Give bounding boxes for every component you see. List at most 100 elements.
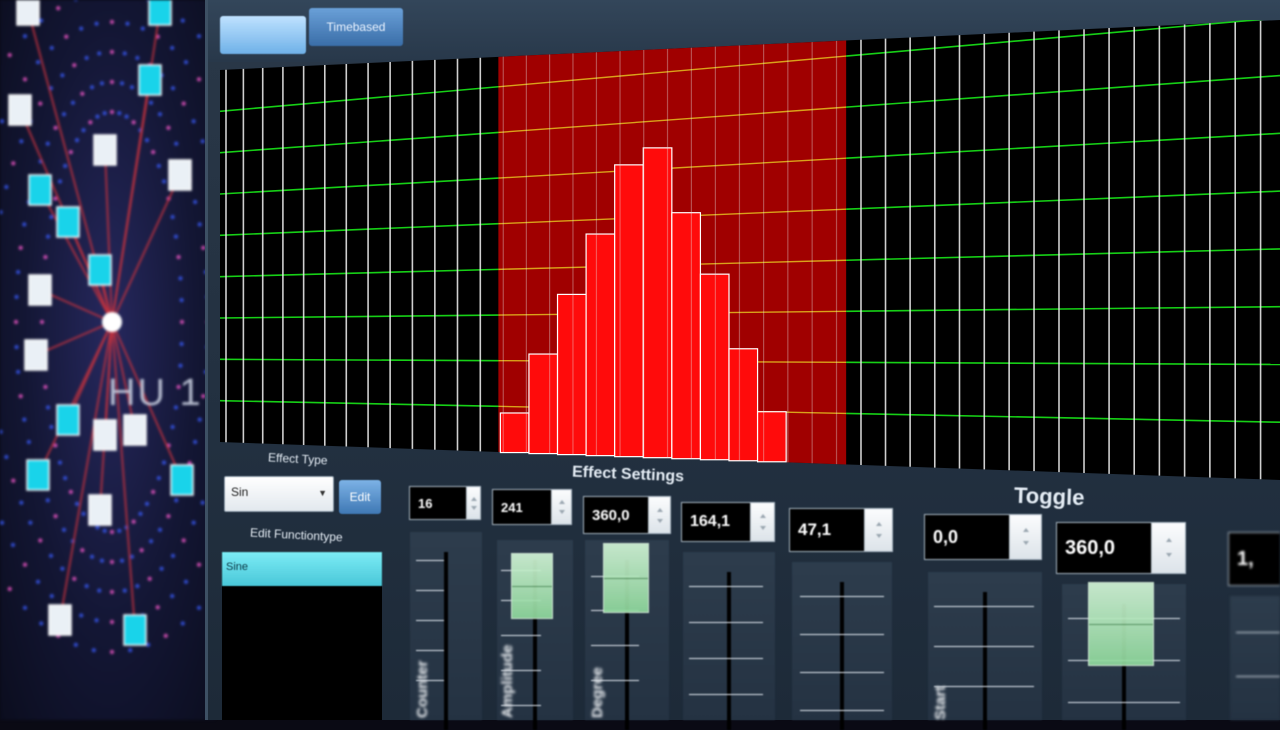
network-node-icon (26, 459, 50, 491)
functiontype-list-item-selected[interactable]: Sine (222, 552, 382, 586)
network-dot (84, 55, 89, 61)
network-dot (178, 276, 183, 281)
network-dot (166, 125, 171, 131)
network-dot (88, 120, 93, 125)
network-dot (26, 439, 32, 445)
counter-number-input[interactable]: 16 (409, 486, 481, 520)
value-4: 164,1 (682, 503, 750, 541)
network-dot (196, 605, 202, 610)
toggle-start-number-input[interactable]: 0,0 (924, 514, 1042, 560)
edit-button[interactable]: Edit (339, 480, 381, 514)
network-dot (148, 539, 154, 544)
slider-tick (689, 694, 763, 695)
toggle-value-3-slider[interactable] (1230, 596, 1280, 720)
network-dot (39, 621, 44, 626)
network-dot (196, 34, 202, 39)
network-dot (159, 566, 164, 571)
network-dot (138, 511, 143, 517)
slider-tick (501, 635, 541, 636)
background-network-view: HU 1 (0, 0, 215, 720)
value-5-number-input[interactable]: 47,1 (789, 508, 893, 552)
network-dot (170, 214, 175, 220)
value-5-spinner[interactable] (864, 509, 892, 551)
network-dot (95, 114, 100, 119)
network-dot (95, 525, 100, 530)
network-dot (64, 34, 69, 39)
network-node-icon (138, 64, 162, 96)
network-dot (173, 234, 179, 239)
effect-bar (671, 212, 702, 460)
network-node-icon (56, 206, 80, 238)
slider-tick (416, 650, 444, 651)
counter-slider[interactable]: Counter (410, 532, 482, 730)
toggle-value-3-number-input[interactable]: 1, (1228, 532, 1280, 586)
toggle-start-spinner[interactable] (1009, 515, 1041, 559)
network-dot (74, 137, 80, 143)
degree-slider[interactable]: Degree (585, 540, 669, 730)
network-dot (109, 79, 115, 85)
network-dot (176, 254, 181, 260)
slider-tick (1236, 676, 1280, 677)
network-dot (45, 498, 50, 503)
network-dot (109, 649, 115, 655)
counter-value: 16 (410, 487, 466, 519)
amplitude-number-input[interactable]: 241 (492, 489, 572, 525)
network-dot (14, 294, 19, 300)
functiontype-list[interactable]: Sine (222, 552, 382, 720)
network-dot (0, 429, 3, 435)
toggle-start-slider[interactable]: Start (928, 572, 1042, 730)
effect-bar (499, 412, 530, 454)
network-dot (119, 81, 125, 86)
network-dot (39, 319, 45, 325)
value-4-spinner[interactable] (750, 503, 774, 541)
network-dot (125, 21, 130, 26)
network-dot (192, 439, 198, 445)
toggle-end-slider-thumb[interactable] (1088, 582, 1154, 666)
network-dot (4, 454, 9, 460)
network-dot (166, 513, 171, 519)
toggle-end-spinner[interactable] (1151, 523, 1185, 573)
network-dot (191, 520, 196, 525)
value-4-slider[interactable] (683, 552, 775, 730)
network-dot (117, 110, 122, 116)
network-dot (56, 5, 61, 11)
toggle-end-number-input[interactable]: 360,0 (1056, 522, 1186, 574)
network-dot (144, 137, 150, 143)
network-dot (180, 18, 185, 23)
network-dot (11, 478, 16, 483)
network-dot (7, 52, 12, 58)
network-dot (124, 114, 129, 119)
effect-preview-graph (220, 20, 1280, 480)
degree-number-input[interactable]: 360,0 (583, 496, 671, 534)
amplitude-slider-thumb[interactable] (511, 553, 553, 619)
slider-track (444, 552, 448, 730)
degree-spinner[interactable] (648, 497, 670, 533)
slider-tick (416, 590, 444, 591)
network-dot (109, 559, 115, 565)
effect-type-select[interactable]: Sin ▼ (224, 476, 334, 512)
network-dot (179, 297, 184, 303)
network-node-icon (123, 414, 147, 446)
effect-bar (699, 273, 730, 461)
network-dot (94, 21, 99, 26)
network-dot (22, 34, 28, 39)
network-dot (97, 588, 102, 593)
network-dot (135, 583, 140, 589)
network-dot (196, 77, 202, 82)
amplitude-spinner[interactable] (551, 490, 571, 524)
slider-tick (416, 560, 444, 561)
network-dot (35, 579, 41, 585)
toggle-value-3: 1, (1229, 533, 1280, 585)
value-4-number-input[interactable]: 164,1 (681, 502, 775, 542)
value-5-slider[interactable] (792, 562, 892, 730)
slider-tick (1236, 632, 1280, 633)
network-dot (94, 618, 99, 623)
toggle-end-slider[interactable] (1062, 582, 1186, 730)
amplitude-slider[interactable]: Amplitude (497, 540, 573, 730)
degree-slider-thumb[interactable] (603, 543, 649, 613)
counter-spinner[interactable] (466, 487, 480, 519)
hub-label: HU 1 (108, 372, 203, 414)
effect-bar (728, 348, 759, 462)
effect-bar (585, 233, 616, 457)
network-dot (45, 141, 50, 146)
